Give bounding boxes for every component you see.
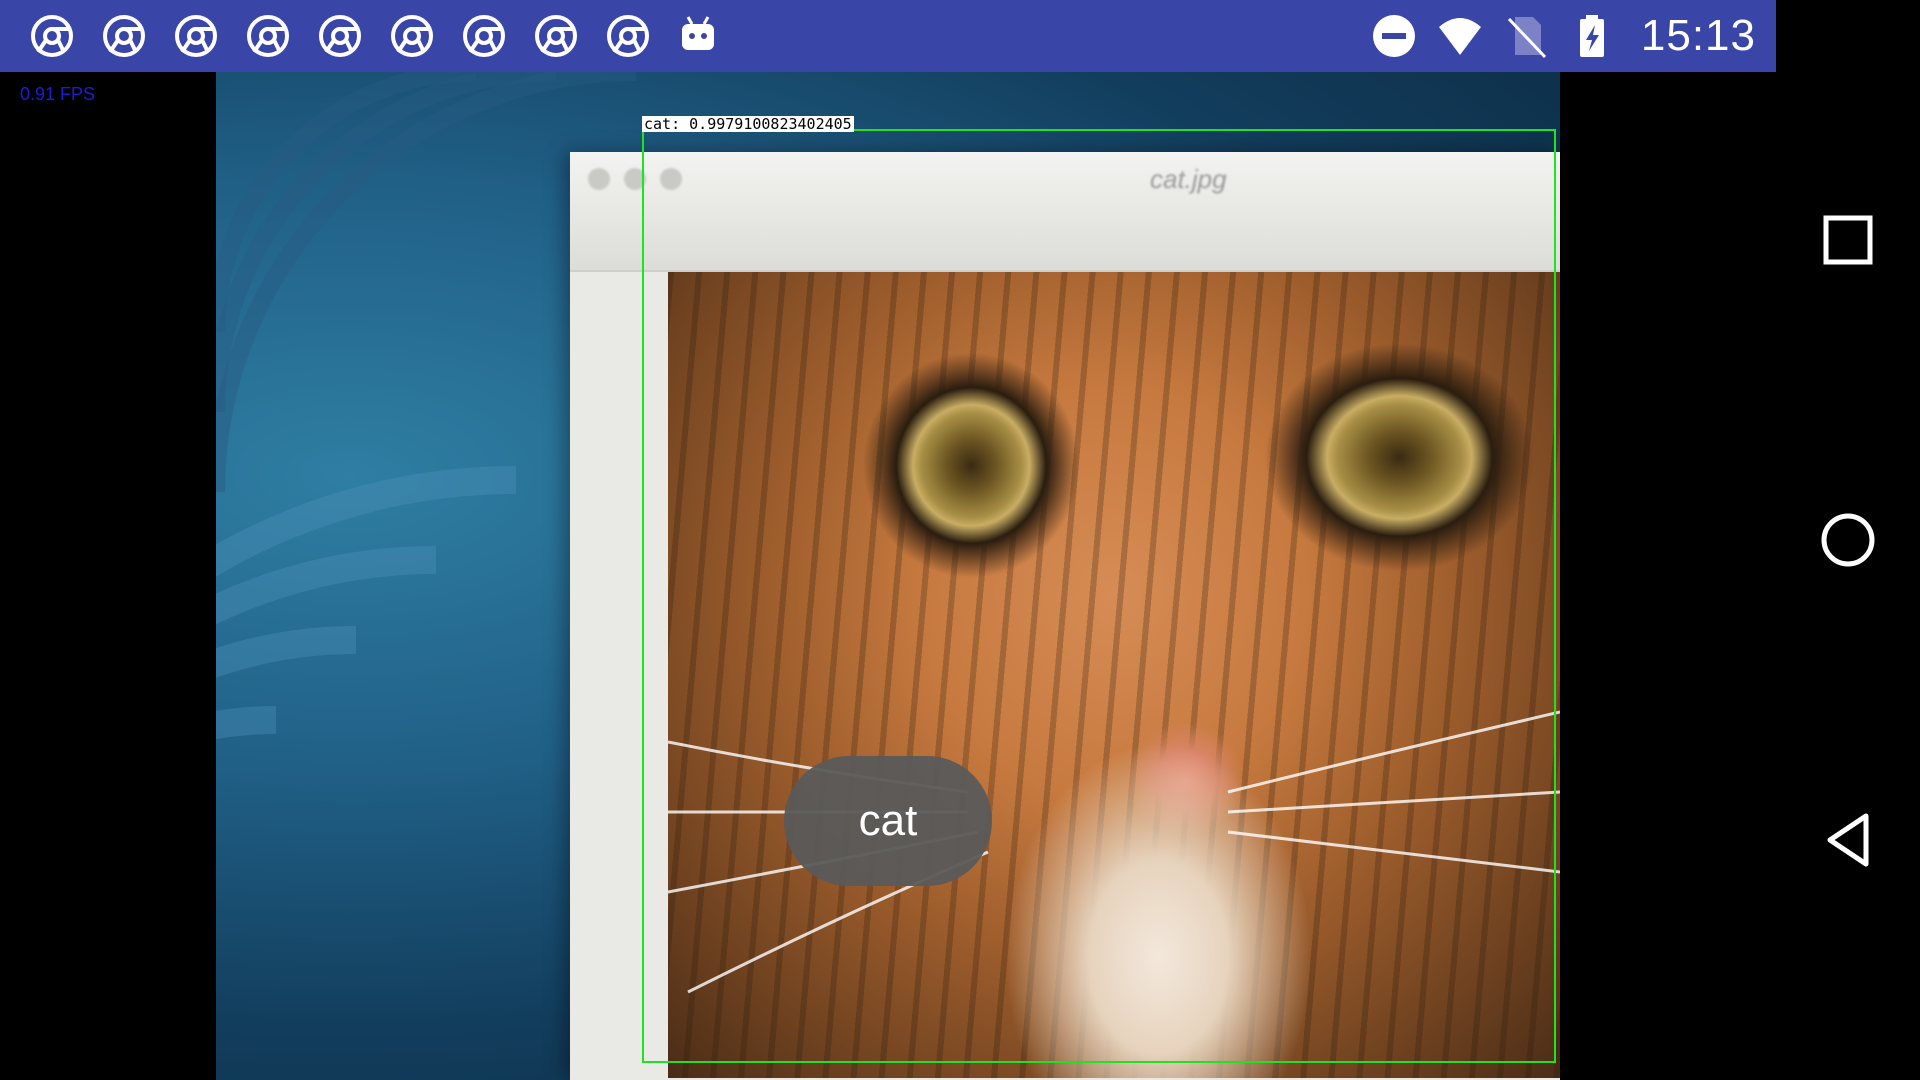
detection-bounding-box — [642, 129, 1556, 1063]
recents-button[interactable] — [1820, 212, 1876, 268]
window-close-icon — [588, 168, 610, 190]
chrome-icon — [103, 15, 145, 57]
clock: 15:13 — [1640, 11, 1756, 60]
chrome-icon — [31, 15, 73, 57]
detection-label: cat: 0.9979100823402405 — [642, 115, 854, 133]
android-icon — [682, 16, 714, 50]
back-button[interactable] — [1820, 812, 1876, 868]
chrome-icon — [463, 15, 505, 57]
fps-counter: 0.91 FPS — [20, 84, 96, 104]
toast-text: cat — [858, 796, 918, 845]
navigation-bar — [1776, 0, 1920, 1080]
wifi-icon — [1438, 18, 1481, 55]
no-sim-icon — [1507, 17, 1546, 59]
status-bar: 15:13 — [0, 0, 1776, 72]
chrome-icon — [607, 15, 649, 57]
notification-icons — [30, 12, 718, 60]
status-icons: 15:13 — [1371, 0, 1756, 72]
chrome-icon — [247, 15, 289, 57]
chrome-icon — [319, 15, 361, 57]
chrome-icon — [175, 15, 217, 57]
do-not-disturb-icon — [1372, 15, 1415, 57]
home-button[interactable] — [1820, 512, 1876, 568]
toast-message: cat — [784, 756, 992, 886]
chrome-icon — [535, 15, 577, 57]
screen: 15:13 0.91 FPS cat.jpg cat: 0.9979100823… — [0, 0, 1920, 1080]
battery-charging-icon — [1579, 15, 1604, 57]
chrome-icon — [391, 15, 433, 57]
